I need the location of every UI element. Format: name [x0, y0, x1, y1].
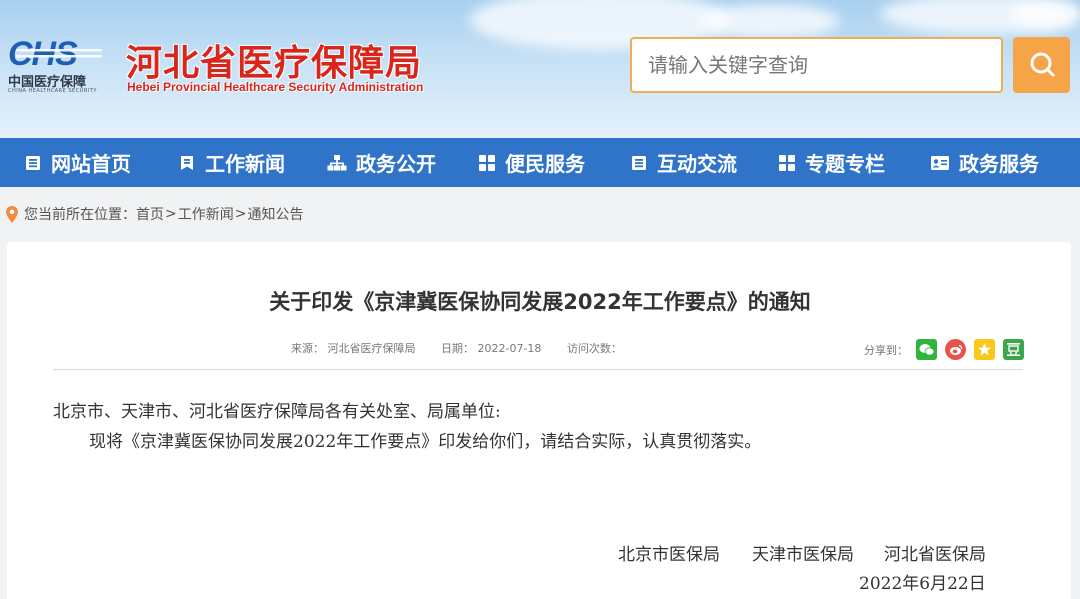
nav-label: 专题专栏: [805, 152, 885, 176]
location-pin-icon: [6, 205, 18, 223]
breadcrumb-home[interactable]: 首页: [136, 204, 164, 224]
breadcrumb-news[interactable]: 工作新闻: [178, 204, 234, 224]
nav-item-topics[interactable]: 专题专栏: [778, 138, 885, 187]
cloud-decoration: [1010, 0, 1080, 30]
search-icon: [1030, 52, 1054, 77]
divider: [53, 369, 1023, 370]
search-box: [630, 37, 1003, 93]
logo-mark: CHS: [8, 36, 78, 70]
article-salutation: 北京市、天津市、河北省医疗保障局各有关处室、局属单位:: [53, 402, 501, 422]
nav-label: 工作新闻: [205, 152, 285, 176]
sign-date: 2022年6月22日: [859, 574, 986, 594]
meta-source: 来源： 河北省医疗保障局: [291, 342, 416, 355]
signatory: 天津市医保局: [752, 545, 854, 565]
id-card-icon: [931, 155, 949, 170]
list-icon: [26, 155, 40, 170]
site-subtitle: Hebei Provincial Healthcare Security Adm…: [127, 80, 424, 94]
meta-views: 访问次数：: [566, 342, 622, 355]
breadcrumb-notices[interactable]: 通知公告: [247, 204, 303, 224]
main-nav: 网站首页 工作新闻 政务公开 便民服务 互动交流 专题专栏 政务服务: [0, 138, 1080, 187]
nav-label: 政务公开: [356, 152, 436, 176]
wechat-icon[interactable]: [916, 339, 937, 360]
nav-item-home[interactable]: 网站首页: [24, 138, 131, 187]
nav-label: 便民服务: [505, 152, 585, 176]
article-title: 关于印发《京津冀医保协同发展2022年工作要点》的通知: [269, 290, 811, 314]
site-header: CHS 中国医疗保障 CHINA HEALTHCARE SECURITY 河北省…: [0, 0, 1080, 138]
nav-item-interaction[interactable]: 互动交流: [630, 138, 737, 187]
bookmark-icon: [181, 155, 193, 170]
signatory: 北京市医保局: [618, 545, 720, 565]
chs-logo[interactable]: CHS: [8, 36, 104, 70]
search-button[interactable]: [1013, 37, 1070, 93]
breadcrumb-separator: >: [234, 206, 247, 222]
org-chart-icon: [327, 154, 347, 170]
nav-item-services[interactable]: 便民服务: [478, 138, 585, 187]
breadcrumb: 您当前所在位置： 首页 > 工作新闻 > 通知公告: [6, 202, 303, 226]
meta-date: 日期： 2022-07-18: [441, 342, 542, 355]
breadcrumb-prefix: 您当前所在位置：: [24, 207, 136, 223]
share-label: 分享到：: [864, 343, 908, 357]
article-paragraph: 现将《京津冀医保协同发展2022年工作要点》印发给你们，请结合实际，认真贯彻落实…: [89, 432, 762, 452]
logo-en-text: CHINA HEALTHCARE SECURITY: [8, 88, 97, 94]
breadcrumb-separator: >: [165, 206, 177, 222]
list-icon: [632, 155, 646, 170]
nav-label: 网站首页: [51, 152, 131, 176]
signatory: 河北省医保局: [884, 545, 986, 565]
search-input[interactable]: [632, 39, 1001, 91]
nav-label: 互动交流: [657, 152, 737, 176]
nav-item-news[interactable]: 工作新闻: [178, 138, 285, 187]
cloud-decoration: [700, 4, 840, 38]
weibo-icon[interactable]: [945, 339, 966, 360]
grid-icon: [479, 154, 495, 171]
site-title[interactable]: 河北省医疗保障局: [126, 34, 422, 86]
article-meta: 来源： 河北省医疗保障局 日期： 2022-07-18 访问次数：: [291, 340, 644, 356]
share-bar: 分享到：: [864, 339, 1024, 360]
nav-item-gov-services[interactable]: 政务服务: [930, 138, 1039, 187]
grid-icon: [779, 154, 795, 171]
nav-label: 政务服务: [959, 152, 1039, 176]
qzone-icon[interactable]: [974, 339, 995, 360]
douban-icon[interactable]: [1003, 339, 1024, 360]
nav-item-gov-open[interactable]: 政务公开: [327, 138, 436, 187]
